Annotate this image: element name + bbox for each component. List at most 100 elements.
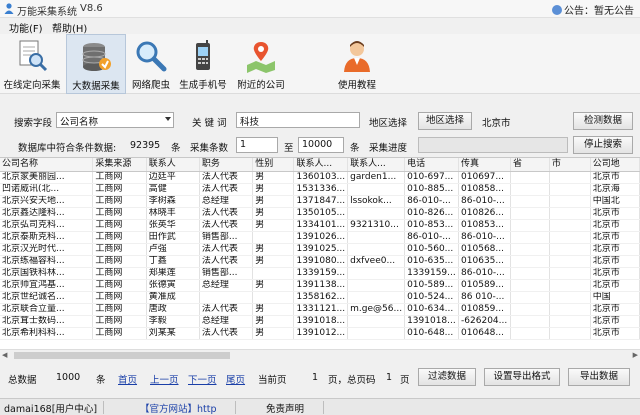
- tool-web-crawler[interactable]: 网络爬虫: [128, 34, 174, 94]
- table-cell: 林晓丰: [146, 207, 200, 220]
- total-pages-value: 1: [386, 372, 393, 383]
- prev-page-link[interactable]: 上一页: [150, 372, 179, 386]
- tool-online-collect[interactable]: 在线定向采集: [0, 34, 64, 94]
- table-row[interactable]: 凹诺威讯(北... 工商网 高健 法人代表男 1531336... 010-885... 0…: [0, 183, 640, 196]
- table-cell: 销售部...: [199, 231, 254, 244]
- table-row[interactable]: 北京联合立量... 工商网 唐政 法人代表男 1331121... m.ge@56... 0…: [0, 303, 640, 316]
- disclaimer-link[interactable]: 免责声明: [262, 401, 324, 415]
- official-site-link[interactable]: 【官方网站】http: [136, 401, 236, 415]
- region-select-button[interactable]: 地区选择: [418, 112, 472, 130]
- table-cell: 总经理: [199, 279, 254, 292]
- table-row[interactable]: 北京希利科科... 工商网 刘某某 法人代表男 1391012... 010-648...…: [0, 327, 640, 340]
- table-row[interactable]: 北京泰斯克科... 工商网 田作武 销售部... 1391026... 86-010-..…: [0, 231, 640, 244]
- tool-generate-phone[interactable]: 生成手机号: [176, 34, 230, 94]
- table-cell: 1350105...: [293, 207, 349, 220]
- table-row[interactable]: 北京弘司克科... 工商网 张英华 法人代表男 1334101... 9321310...…: [0, 219, 640, 232]
- tool-tutorial[interactable]: 使用教程: [330, 34, 384, 94]
- table-cell: 工商网: [92, 231, 147, 244]
- table-cell: 工商网: [92, 195, 147, 208]
- search-field-select[interactable]: 公司名称: [56, 112, 174, 128]
- column-header[interactable]: 采集来源: [92, 158, 147, 172]
- table-cell: 1391080...: [293, 255, 349, 268]
- mobile-phone-icon: [196, 40, 210, 70]
- data-grid[interactable]: 公司名称 采集来源 联系人 职务 性别 联系人... 联系人... 电话 传真省市公司地 北京家…: [0, 157, 640, 360]
- document-search-icon: [19, 40, 48, 72]
- progress-label: 采集进度: [369, 143, 408, 154]
- scroll-left-icon[interactable]: ◀: [2, 351, 7, 359]
- horizontal-scrollbar[interactable]: ◀ ▶: [0, 349, 640, 360]
- table-row[interactable]: 北京家美丽园... 工商网 边廷平 法人代表男 1360103... garden1...…: [0, 171, 640, 184]
- table-row[interactable]: 北京国铁科林... 工商网 郑果莲 销售部... 1339159... 1339159..…: [0, 267, 640, 280]
- first-page-link[interactable]: 首页: [118, 372, 137, 386]
- table-cell: 010-634...: [404, 303, 460, 316]
- notice-area[interactable]: 公告：暂无公告: [552, 2, 634, 17]
- table-cell: 北京国铁科林...: [0, 267, 94, 280]
- column-header[interactable]: 电话: [404, 158, 460, 172]
- total-label: 总数据: [8, 375, 37, 386]
- stop-search-button[interactable]: 停止搜索: [573, 136, 633, 154]
- last-page-link[interactable]: 尾页: [226, 372, 245, 386]
- table-cell: 010-697...: [404, 171, 460, 184]
- table-cell: 工商网: [92, 255, 147, 268]
- column-header[interactable]: 联系人...: [293, 158, 349, 172]
- column-header[interactable]: 职务: [199, 158, 254, 172]
- data-table: 公司名称 采集来源 联系人 职务 性别 联系人... 联系人... 电话 传真省市公司地 北京家…: [0, 158, 640, 340]
- table-cell: 北京市: [590, 267, 640, 280]
- collect-from-input[interactable]: 1: [236, 137, 278, 153]
- table-row[interactable]: 北京练福容科... 工商网 丁鑫 法人代表男 1391080... dxfvee0... 0…: [0, 255, 640, 268]
- keyword-input[interactable]: 科技: [236, 112, 360, 128]
- export-format-button[interactable]: 设置导出格式: [484, 368, 560, 386]
- table-cell: 丁鑫: [146, 255, 200, 268]
- total-pages-unit: 页: [400, 375, 410, 386]
- table-row[interactable]: 北京兴安天地... 工商网 李树森 总经理男 1371847... lssokok... 8…: [0, 195, 640, 208]
- column-header[interactable]: 公司名称: [0, 158, 94, 172]
- table-cell: 1331121...: [293, 303, 349, 316]
- column-header[interactable]: 省: [510, 158, 550, 172]
- table-cell: 工商网: [92, 327, 147, 340]
- tool-bigdata-collect[interactable]: 大数据采集: [66, 34, 126, 94]
- column-header[interactable]: 传真: [458, 158, 511, 172]
- notice-text: 公告：暂无公告: [564, 6, 634, 17]
- table-cell: 010-589...: [404, 279, 460, 292]
- next-page-link[interactable]: 下一页: [188, 372, 217, 386]
- table-cell: [549, 207, 591, 220]
- detect-data-button[interactable]: 检测数据: [573, 112, 633, 130]
- collect-to-input[interactable]: 10000: [298, 137, 344, 153]
- table-cell: [510, 219, 550, 232]
- table-cell: 北京市: [590, 303, 640, 316]
- table-row[interactable]: 北京汉光时代... 工商网 卢强 法人代表男 1391025... 010-560... 0…: [0, 243, 640, 256]
- table-cell: [549, 255, 591, 268]
- table-cell: [347, 231, 406, 244]
- table-cell: [549, 171, 591, 184]
- scroll-right-icon[interactable]: ▶: [633, 351, 638, 359]
- tool-nearby-company[interactable]: 附近的公司: [232, 34, 290, 94]
- table-row[interactable]: 北京世纪诚名... 工商网 黄准成 1358162... 010-524... 86 01…: [0, 291, 640, 304]
- menu-help[interactable]: 帮助(H): [52, 20, 87, 35]
- table-cell: 86-010-...: [458, 195, 511, 208]
- table-row[interactable]: 北京帅宜鸿基... 工商网 张德寅 总经理男 1391138... 010-589... 0…: [0, 279, 640, 292]
- table-cell: 1334101...: [293, 219, 349, 232]
- tool-label: 使用教程: [337, 80, 376, 91]
- table-cell: 1339159...: [404, 267, 460, 280]
- keyword-label: 关 键 词: [192, 118, 227, 129]
- menu-function[interactable]: 功能(F): [9, 20, 43, 35]
- table-cell: 北京市: [590, 255, 640, 268]
- table-cell: 北京世纪诚名...: [0, 291, 94, 304]
- user-center-link[interactable]: damai168[用户中心]: [0, 401, 104, 415]
- scrollbar-thumb[interactable]: [14, 352, 230, 359]
- column-header[interactable]: 联系人: [146, 158, 200, 172]
- column-header[interactable]: 性别: [252, 158, 295, 172]
- export-data-button[interactable]: 导出数据: [568, 368, 630, 386]
- table-row[interactable]: 北京鑫达隆科... 工商网 林晓丰 法人代表男 1350105... 010-826...…: [0, 207, 640, 220]
- table-cell: 工商网: [92, 303, 147, 316]
- table-cell: [549, 291, 591, 304]
- table-cell: 86-010-...: [404, 195, 460, 208]
- column-header[interactable]: 公司地: [590, 158, 640, 172]
- column-header[interactable]: 联系人...: [347, 158, 406, 172]
- table-cell: [347, 183, 406, 196]
- table-row[interactable]: 北京茸士数码... 工商网 李毅 总经理男 1391018... 1391018... -6…: [0, 315, 640, 328]
- tool-label: 生成手机号: [179, 80, 227, 91]
- filter-data-button[interactable]: 过滤数据: [418, 368, 476, 386]
- table-cell: 北京茸士数码...: [0, 315, 94, 328]
- column-header[interactable]: 市: [549, 158, 591, 172]
